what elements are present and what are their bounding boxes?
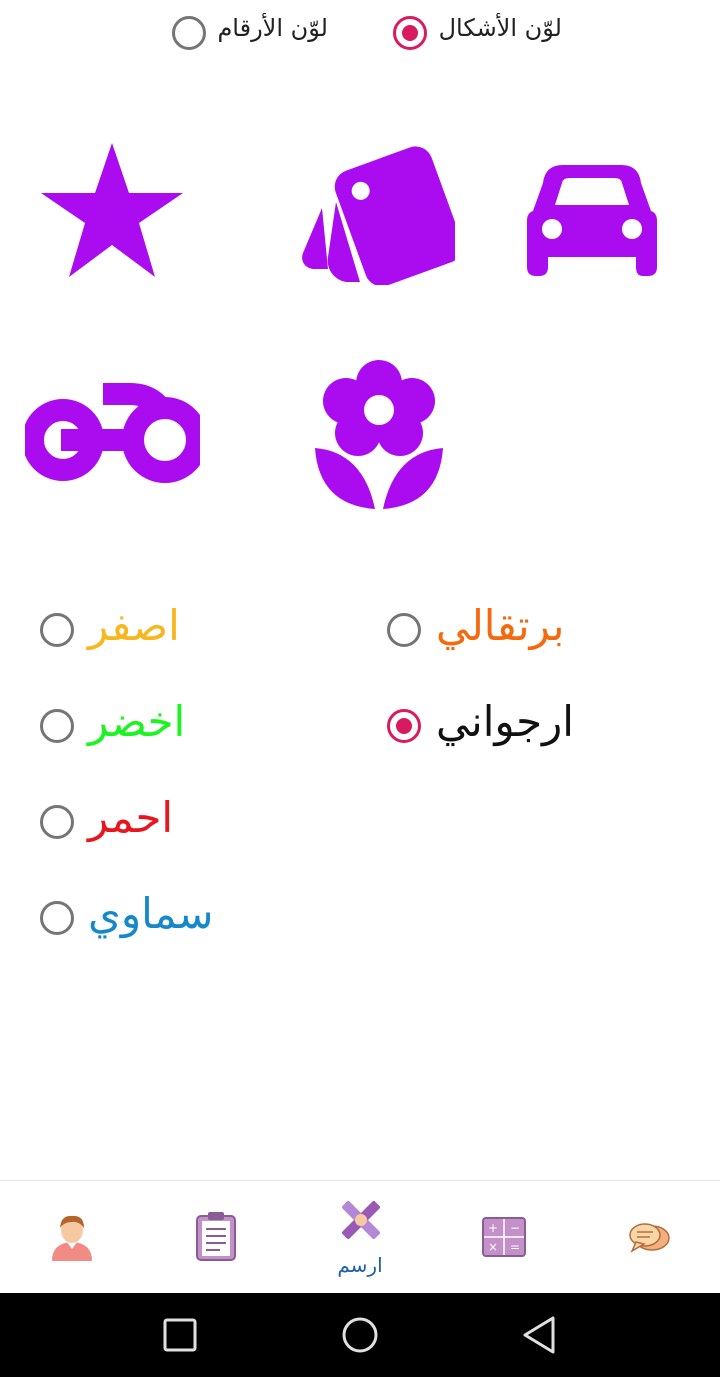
- color-label-yellow[interactable]: اصفر: [88, 605, 180, 647]
- clipboard-icon: [196, 1212, 236, 1261]
- color-radio-green[interactable]: [40, 709, 74, 743]
- back-icon[interactable]: [521, 1315, 559, 1355]
- profile-icon: [52, 1215, 92, 1261]
- nav-item-chat[interactable]: [576, 1181, 720, 1294]
- color-label-sky[interactable]: سماوي: [88, 893, 213, 935]
- color-radio-red[interactable]: [40, 805, 74, 839]
- color-radio-purple[interactable]: [387, 709, 421, 743]
- numbers-color-radio[interactable]: [172, 16, 206, 50]
- nav-item-draw[interactable]: ارسم: [288, 1181, 432, 1294]
- shapes-color-label[interactable]: لوّن الأشكال: [439, 14, 562, 42]
- nav-item-profile[interactable]: [0, 1181, 144, 1294]
- home-icon[interactable]: [341, 1316, 379, 1354]
- svg-text:=: =: [510, 1240, 520, 1254]
- bottom-navigation: ارسم + − × =: [0, 1180, 720, 1294]
- motorcycle-icon[interactable]: [25, 378, 200, 483]
- svg-text:−: −: [510, 1221, 520, 1235]
- chat-icon: [629, 1223, 670, 1253]
- car-icon[interactable]: [527, 163, 657, 277]
- color-label-purple[interactable]: ارجواني: [436, 701, 574, 743]
- svg-text:+: +: [488, 1221, 498, 1235]
- calculator-icon: + − × =: [482, 1217, 526, 1257]
- color-radio-orange[interactable]: [387, 613, 421, 647]
- nav-item-clipboard[interactable]: [144, 1181, 288, 1294]
- color-label-red[interactable]: احمر: [88, 797, 173, 839]
- color-radio-yellow[interactable]: [40, 613, 74, 647]
- shapes-color-radio[interactable]: [393, 16, 427, 50]
- nav-item-calculator[interactable]: + − × =: [432, 1181, 576, 1294]
- cards-icon[interactable]: [300, 145, 455, 285]
- nav-label-draw: ارسم: [337, 1253, 383, 1277]
- system-navigation-bar: [0, 1293, 720, 1377]
- star-icon[interactable]: [40, 143, 184, 279]
- draw-icon: [342, 1201, 380, 1239]
- color-radio-sky[interactable]: [40, 901, 74, 935]
- flower-icon[interactable]: [313, 360, 445, 512]
- color-label-green[interactable]: اخضر: [88, 701, 185, 743]
- recent-apps-icon[interactable]: [162, 1317, 198, 1353]
- svg-text:×: ×: [488, 1240, 498, 1254]
- color-label-orange[interactable]: برتقالي: [436, 605, 564, 647]
- numbers-color-label[interactable]: لوّن الأرقام: [217, 14, 328, 42]
